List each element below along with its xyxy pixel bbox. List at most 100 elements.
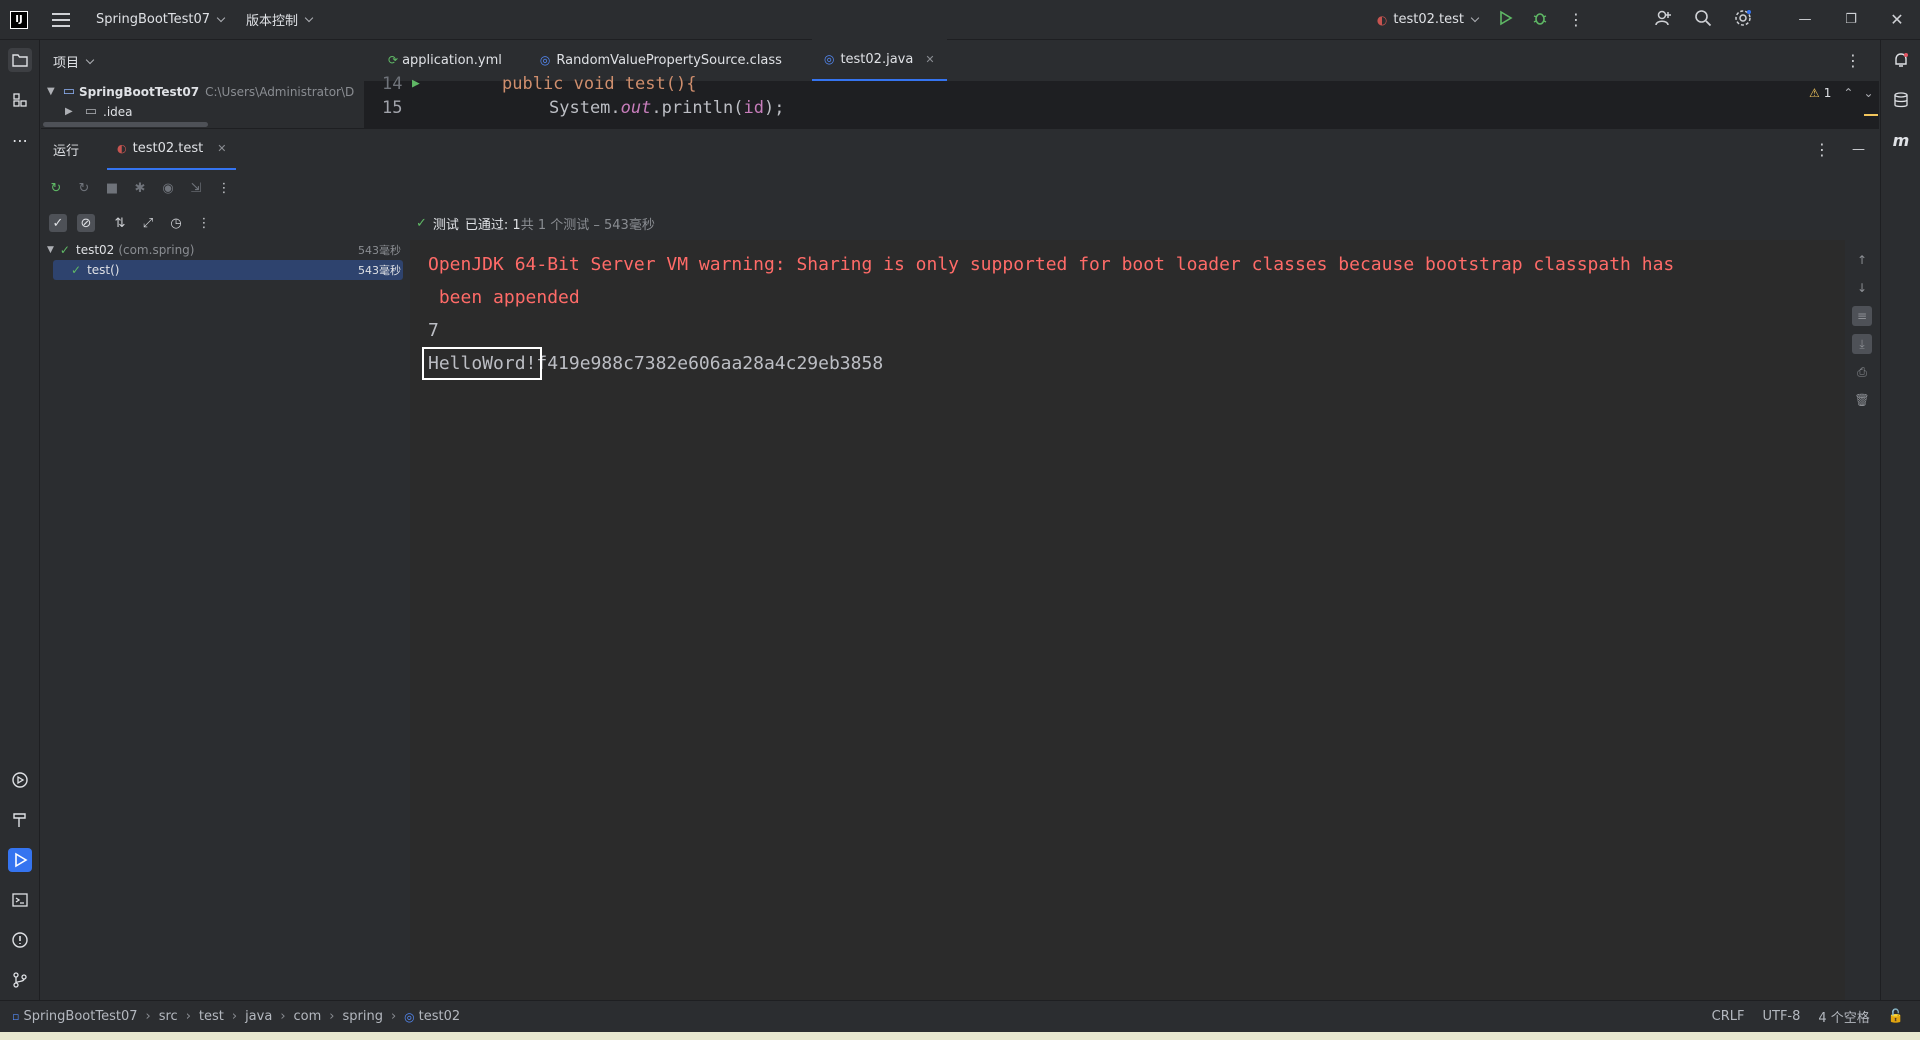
breadcrumb-item[interactable]: java — [245, 1009, 272, 1024]
project-folder-icon[interactable] — [8, 48, 32, 72]
yaml-file-icon: ⟳ — [388, 53, 399, 67]
run-config-selector[interactable]: ◐ test02.test — [1377, 0, 1480, 40]
chevron-up-icon[interactable]: ⌃ — [1843, 86, 1853, 100]
print-icon[interactable]: ⎙ — [1852, 362, 1872, 382]
breadcrumb-item[interactable]: spring — [342, 1009, 382, 1024]
pass-check-icon: ✓ — [416, 215, 427, 231]
tab-test02-java[interactable]: ◎ test02.java ✕ — [811, 39, 947, 81]
class-icon: ◎ — [404, 1009, 415, 1024]
code-token: .println( — [651, 98, 744, 118]
search-icon[interactable] — [1694, 9, 1712, 31]
rerun-failed-icon[interactable]: ↻ — [75, 179, 93, 197]
project-panel-header[interactable]: 项目 — [53, 52, 95, 71]
soft-wrap-icon[interactable]: ≡ — [1852, 306, 1872, 326]
more-icon[interactable]: ⋮ — [215, 179, 233, 197]
taskbar-edge — [0, 1032, 1920, 1040]
close-window-icon[interactable]: ✕ — [1874, 10, 1920, 29]
notifications-bell-icon[interactable] — [1889, 48, 1913, 72]
close-tab-icon[interactable]: ✕ — [217, 142, 226, 155]
run-tool-icon[interactable] — [8, 848, 32, 872]
git-branch-icon[interactable] — [8, 968, 32, 992]
scroll-up-icon[interactable]: ↑ — [1852, 250, 1872, 270]
snapshot-camera-icon[interactable]: ◉ — [159, 179, 177, 197]
more-icon[interactable]: ⋮ — [195, 214, 213, 232]
maven-icon[interactable]: m — [1889, 128, 1913, 152]
problems-icon[interactable] — [8, 928, 32, 952]
close-tab-icon[interactable]: ✕ — [925, 53, 934, 66]
run-icon[interactable] — [1498, 10, 1514, 30]
console-output[interactable]: OpenJDK 64-Bit Server VM warning: Sharin… — [410, 240, 1845, 1000]
intellij-logo-icon[interactable]: IJ — [10, 10, 28, 29]
tree-item-test02[interactable]: ▼ ✓ test02 (com.spring) 543毫秒 — [47, 240, 403, 260]
history-clock-icon[interactable]: ◷ — [167, 214, 185, 232]
hide-panel-icon[interactable]: — — [1852, 142, 1865, 157]
run-tool-window-header: 运行 ◐ test02.test ✕ ⋮ — — [41, 128, 1879, 171]
minimize-window-icon[interactable]: — — [1782, 12, 1828, 27]
sort-alpha-icon[interactable]: ⇅ — [111, 214, 129, 232]
breadcrumb-item[interactable]: src — [159, 1009, 178, 1024]
structure-icon[interactable] — [8, 88, 32, 112]
line-number: 15 — [382, 98, 403, 118]
tree-item-test-method[interactable]: ✓ test() 543毫秒 — [53, 260, 403, 280]
folder-icon: ▭ — [84, 104, 97, 119]
file-encoding[interactable]: UTF-8 — [1763, 1009, 1801, 1024]
root-path: C:\Users\Administrator\D — [205, 84, 355, 99]
indent-setting[interactable]: 4 个空格 — [1818, 1007, 1869, 1026]
run-toolbar: ↻ ↻ ■ ✱ ◉ ⇲ ⋮ — [41, 170, 409, 206]
debug-icon[interactable] — [1532, 10, 1548, 30]
more-tools-icon[interactable]: ⋯ — [8, 128, 32, 152]
pass-check-icon: ✓ — [59, 243, 70, 257]
breadcrumb-item[interactable]: test02 — [419, 1009, 461, 1024]
run-options-icon[interactable]: ⋮ — [1814, 140, 1830, 159]
code-token: System. — [549, 98, 621, 118]
tree-item-root[interactable]: ▼ ▭ SpringBootTest07 C:\Users\Administra… — [47, 84, 357, 99]
console-side-toolbar: ↑ ↓ ≡ ⤓ ⎙ 🗑 — [1845, 206, 1879, 1000]
code-area[interactable]: 14 ▶ public void test(){ 15 System.out.p… — [364, 74, 1879, 128]
status-summary: 共 1 个测试 – 543毫秒 — [520, 217, 655, 233]
project-selector[interactable]: SpringBootTest07 — [70, 0, 226, 40]
test-package: (com.spring) — [118, 243, 195, 257]
add-user-icon[interactable] — [1654, 9, 1672, 31]
stop-icon[interactable]: ■ — [103, 179, 121, 197]
more-actions-icon[interactable]: ⋮ — [1568, 10, 1584, 29]
vcs-label: 版本控制 — [246, 14, 299, 29]
tab-options-icon[interactable]: ⋮ — [1845, 39, 1861, 81]
scroll-to-end-icon[interactable]: ⤓ — [1852, 334, 1872, 354]
console-hash: f419e988c7382e606aa28a4c29eb3858 — [536, 353, 884, 374]
collapse-icon[interactable]: ⤢ — [139, 214, 157, 232]
horizontal-scrollbar[interactable] — [43, 122, 208, 127]
show-ignored-icon[interactable]: ⊘ — [77, 214, 95, 232]
chevron-right-icon: › — [390, 1009, 397, 1024]
vcs-menu[interactable]: 版本控制 — [224, 0, 314, 40]
inspection-widget[interactable]: ⚠ 1 ⌃ ⌄ — [1809, 86, 1874, 100]
warning-marker[interactable] — [1864, 114, 1878, 116]
scroll-down-icon[interactable]: ↓ — [1852, 278, 1872, 298]
tab-test02-test[interactable]: ◐ test02.test ✕ — [107, 129, 237, 171]
rerun-icon[interactable]: ↻ — [47, 179, 65, 197]
test-tree: ▼ ✓ test02 (com.spring) 543毫秒 ✓ test() 5… — [41, 240, 409, 1000]
chevron-down-icon[interactable]: ⌄ — [1863, 86, 1873, 100]
restore-window-icon[interactable]: ❐ — [1828, 12, 1874, 27]
status-prefix: 测试 — [432, 217, 459, 233]
breadcrumb-item[interactable]: com — [294, 1009, 322, 1024]
run-config-name: test02.test — [1393, 12, 1464, 27]
clear-trash-icon[interactable]: 🗑 — [1852, 390, 1872, 410]
settings-gear-icon[interactable] — [1734, 9, 1752, 31]
test-method-name: test() — [87, 263, 120, 277]
line-separator[interactable]: CRLF — [1712, 1009, 1745, 1024]
run-gutter-icon[interactable]: ▶ — [412, 76, 420, 91]
show-passed-icon[interactable]: ✓ — [49, 214, 67, 232]
services-icon[interactable] — [8, 768, 32, 792]
test-status-row: ✓ 测试 已通过: 1 共 1 个测试 – 543毫秒 — [410, 206, 1845, 240]
terminal-icon[interactable] — [8, 888, 32, 912]
debug-disabled-icon[interactable]: ✱ — [131, 179, 149, 197]
breadcrumb-item[interactable]: test — [199, 1009, 224, 1024]
export-icon[interactable]: ⇲ — [187, 179, 205, 197]
database-icon[interactable] — [1889, 88, 1913, 112]
breadcrumb-item[interactable]: SpringBootTest07 — [23, 1009, 137, 1024]
main-menu-icon[interactable] — [52, 12, 70, 27]
chevron-right-icon: › — [280, 1009, 286, 1024]
build-hammer-icon[interactable] — [8, 808, 32, 832]
lock-icon[interactable]: 🔓 — [1888, 1009, 1904, 1024]
tree-item-idea[interactable]: ▶ ▭ .idea — [65, 104, 133, 119]
